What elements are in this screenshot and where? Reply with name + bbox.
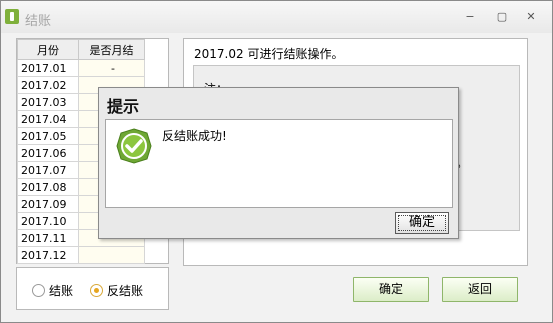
checkout-window: 结账 − ▢ ✕ 月份 是否月结 2017.01-2017.02 2017.03 2… <box>0 0 553 323</box>
back-button[interactable]: 返回 <box>442 277 518 302</box>
radio-checkout-label: 结账 <box>49 284 74 298</box>
radio-reverse-checkout-dot[interactable] <box>90 284 103 297</box>
message-dialog: 提示 反结账成功! 确定 <box>98 87 459 239</box>
month-cell[interactable]: 2017.08 <box>17 178 79 196</box>
title-bar[interactable]: 结账 − ▢ ✕ <box>1 1 552 33</box>
month-cell[interactable]: 2017.05 <box>17 127 79 145</box>
month-cell[interactable]: 2017.03 <box>17 93 79 111</box>
month-cell[interactable]: 2017.12 <box>17 246 79 264</box>
mode-radio-group: 结账 反结账 <box>16 267 169 310</box>
month-cell[interactable]: 2017.06 <box>17 144 79 162</box>
restore-button[interactable]: ▢ <box>495 10 509 24</box>
column-header-closed[interactable]: 是否月结 <box>78 39 145 60</box>
dialog-ok-button[interactable]: 确定 <box>395 212 449 234</box>
close-button[interactable]: ✕ <box>524 10 538 24</box>
month-cell[interactable]: 2017.01 <box>17 59 79 77</box>
radio-reverse-checkout-label: 反结账 <box>107 284 144 298</box>
month-cell[interactable]: 2017.04 <box>17 110 79 128</box>
radio-checkout[interactable]: 结账 <box>32 282 73 299</box>
month-cell[interactable]: 2017.10 <box>17 212 79 230</box>
minimize-button[interactable]: − <box>463 10 477 24</box>
app-icon <box>5 9 19 24</box>
column-header-month[interactable]: 月份 <box>17 39 79 60</box>
check-icon <box>116 128 152 164</box>
table-row[interactable]: 2017.12 <box>17 246 145 264</box>
radio-checkout-dot[interactable] <box>32 284 45 297</box>
confirm-button[interactable]: 确定 <box>353 277 429 302</box>
radio-reverse-checkout[interactable]: 反结账 <box>90 282 143 299</box>
month-cell[interactable]: 2017.09 <box>17 195 79 213</box>
dialog-message: 反结账成功! <box>162 129 227 143</box>
status-text: 2017.02 可进行结账操作。 <box>194 47 344 61</box>
closed-cell[interactable] <box>78 246 145 264</box>
dialog-title: 提示 <box>107 97 140 116</box>
table-row[interactable]: 2017.01- <box>17 59 145 77</box>
closed-cell[interactable]: - <box>78 59 145 77</box>
dialog-body: 反结账成功! <box>105 119 453 208</box>
month-cell[interactable]: 2017.02 <box>17 76 79 94</box>
month-cell[interactable]: 2017.07 <box>17 161 79 179</box>
month-cell[interactable]: 2017.11 <box>17 229 79 247</box>
window-title: 结账 <box>25 14 52 29</box>
